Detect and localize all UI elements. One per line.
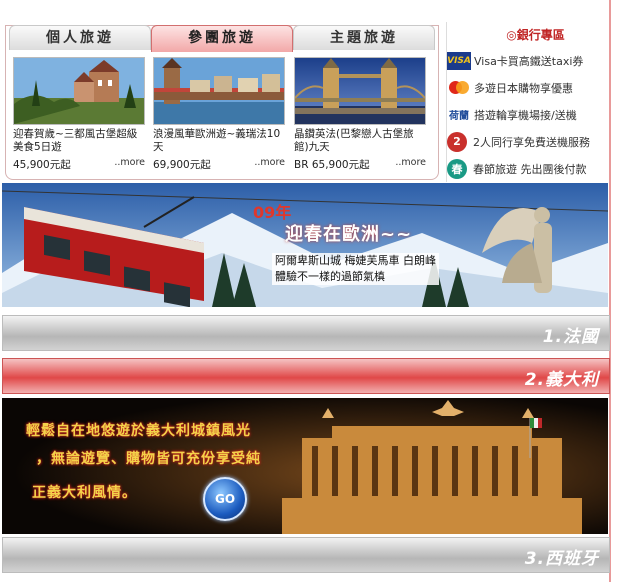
italy-feature-banner[interactable]: 輕鬆自在地悠遊於義大利城鎮風光 ，無論遊覽、購物皆可充份享受純 正義大利風情。 … (2, 398, 608, 534)
bank-item-mastercard[interactable]: 多遊日本購物享優惠 (447, 76, 612, 99)
country-bar-label: 1.法國 (542, 327, 599, 347)
promo-headline: 迎春在歐洲~~ (285, 224, 413, 245)
tab-theme-travel[interactable]: 主題旅遊 (293, 25, 435, 50)
tour-card[interactable]: 晶鑽英法(巴黎戀人古堡旅館)九天 BR 65,900元起 ..more (294, 57, 428, 171)
tour-tabs: 個人旅遊 參團旅遊 主題旅遊 (5, 25, 437, 52)
bank-logo-icon: 春 (447, 158, 467, 179)
tour-price: 69,900元起 (153, 159, 211, 171)
tour-photo-lucerne[interactable] (153, 57, 285, 125)
go-button[interactable]: GO (203, 477, 247, 521)
promo-subtitle-line: 阿爾卑斯山城 梅婕芙馬車 白朗峰 (275, 254, 436, 267)
bank-item-pair-travel[interactable]: 2 2人同行享免費送機服務 (447, 130, 612, 153)
visa-logo-icon: VISA (447, 51, 471, 70)
bank-item-label: 2人同行享免費送機服務 (473, 135, 590, 149)
tour-card[interactable]: 浪漫風華歐洲遊~義瑞法10天 69,900元起 ..more (153, 57, 287, 171)
promo-banner[interactable]: 09年 迎春在歐洲~~ 阿爾卑斯山城 梅婕芙馬車 白朗峰 體驗不一樣的過節氣槙 (2, 183, 608, 307)
more-link[interactable]: ..more (254, 157, 285, 168)
bank-item-holland[interactable]: 荷蘭 搭遊輪享機場接/送機 (447, 103, 612, 126)
country-bar-label: 3.西班牙 (524, 549, 599, 569)
country-bar-spain[interactable]: 3.西班牙 (2, 537, 610, 573)
more-link[interactable]: ..more (114, 157, 145, 168)
tour-photo-tower-bridge[interactable] (294, 57, 426, 125)
bank-item-label: 多遊日本購物享優惠 (474, 81, 573, 95)
tour-title[interactable]: 晶鑽英法(巴黎戀人古堡旅館)九天 (294, 128, 428, 156)
tour-card[interactable]: 迎春賀歲~三都風古堡超級美食5日遊 45,900元起 ..more (13, 57, 147, 171)
more-link[interactable]: ..more (395, 157, 426, 168)
promo-subtitle-line: 體驗不一樣的過節氣槙 (275, 270, 385, 283)
promo-subtitle: 阿爾卑斯山城 梅婕芙馬車 白朗峰 體驗不一樣的過節氣槙 (272, 253, 439, 285)
tab-individual-travel[interactable]: 個人旅遊 (9, 25, 151, 50)
bank-area-title: ◎銀行專區 (506, 28, 565, 42)
bank-item-visa[interactable]: VISA Visa卡買高鐵送taxi券 (447, 49, 612, 72)
tour-price: BR 65,900元起 (294, 159, 370, 171)
tab-group-travel[interactable]: 參團旅遊 (151, 25, 293, 52)
bank-item-label: 春節旅遊 先出團後付款 (473, 162, 587, 176)
country-bar-italy[interactable]: 2.義大利 (2, 358, 610, 394)
holland-bank-logo-icon: 荷蘭 (449, 111, 469, 122)
mastercard-logo-icon (447, 79, 471, 97)
tour-title[interactable]: 迎春賀歲~三都風古堡超級美食5日遊 (13, 128, 147, 156)
tour-photo-castle[interactable] (13, 57, 145, 125)
bank-item-label: 搭遊輪享機場接/送機 (474, 108, 577, 122)
tour-title[interactable]: 浪漫風華歐洲遊~義瑞法10天 (153, 128, 287, 156)
bank-item-label: Visa卡買高鐵送taxi券 (474, 54, 584, 68)
country-bar-france[interactable]: 1.法國 (2, 315, 610, 351)
bank-area: ◎銀行專區 VISA Visa卡買高鐵送taxi券 多遊日本購物享優惠 荷蘭 搭… (446, 22, 612, 182)
tour-price: 45,900元起 (13, 159, 71, 171)
italy-text-line: 輕鬆自在地悠遊於義大利城鎮風光 (26, 423, 251, 439)
people-logo-icon: 2 (447, 131, 467, 152)
italy-text-line: ，無論遊覽、購物皆可充份享受純 (36, 451, 261, 467)
italy-text-line: 正義大利風情。 (32, 485, 137, 501)
country-bar-label: 2.義大利 (524, 370, 599, 390)
bank-item-spring[interactable]: 春 春節旅遊 先出團後付款 (447, 157, 612, 180)
